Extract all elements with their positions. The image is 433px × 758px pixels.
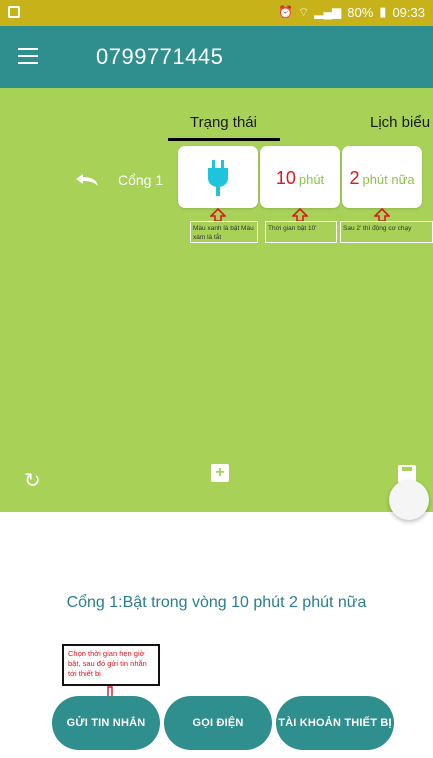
status-bar: ⏰ ⌔ ▂▄▆ 80% ▮ 09:33 <box>0 0 433 26</box>
tab-indicator <box>168 138 280 141</box>
duration-card[interactable]: 10 phút <box>260 146 340 208</box>
remaining-value: 2 <box>349 168 360 188</box>
add-icon[interactable]: + <box>211 464 229 482</box>
call-button[interactable]: GỌI ĐIỆN <box>164 696 272 750</box>
remaining-card[interactable]: 2 phút nữa <box>342 146 422 208</box>
power-state-card[interactable] <box>178 146 258 208</box>
plug-icon <box>208 160 228 196</box>
floating-action-button[interactable] <box>389 480 429 520</box>
refresh-icon[interactable]: ↻ <box>24 468 44 492</box>
image-notification-icon <box>8 6 20 18</box>
wifi-icon: ⌔ <box>298 4 310 19</box>
annotation-arrow-up-icon <box>374 208 390 222</box>
duration-unit: phút <box>298 172 325 187</box>
duration-display: 10 phút <box>260 168 340 189</box>
gate-row: Cổng 1 10 phút 2 phút nữa Màu xanh là bậ… <box>0 146 433 243</box>
gate-label: Cổng 1 <box>118 172 164 188</box>
app-bar: 0799771445 <box>0 26 433 88</box>
status-icons: ⏰ ⌔ ▂▄▆ <box>278 5 341 20</box>
status-summary: Cổng 1:Bật trong vòng 10 phút 2 phút nữa <box>66 594 367 611</box>
annotation-arrow-up-icon <box>292 208 308 222</box>
tab-schedule[interactable]: Lịch biểu <box>370 114 430 131</box>
annotation-note: Màu xanh là bật Màu xám là tắt <box>190 221 258 243</box>
annotation-note: Sau 2' thì động cơ chạy <box>340 221 433 243</box>
undo-icon[interactable] <box>74 172 100 188</box>
status-panel: Trạng thái Lịch biểu Cổng 1 10 phút 2 phút… <box>0 88 433 512</box>
duration-value: 10 <box>275 168 296 188</box>
remaining-unit: phút nữa <box>362 172 415 187</box>
clock: 09:33 <box>392 4 425 20</box>
battery-percent: 80% <box>347 4 374 20</box>
battery-icon: ▮ <box>379 4 387 19</box>
alarm-icon: ⏰ <box>278 4 294 19</box>
menu-icon[interactable] <box>18 48 38 64</box>
tab-bar: Trạng thái Lịch biểu <box>0 88 433 142</box>
page-title: 0799771445 <box>96 44 224 69</box>
annotation-arrow-up-icon <box>210 208 226 222</box>
signal-icon: ▂▄▆ <box>314 4 342 19</box>
annotation-hint: Chọn thời gian hẹn giờ bật, sau đó gửi t… <box>62 644 160 686</box>
send-sms-button[interactable]: GỬI TIN NHẮN <box>52 696 160 750</box>
status-right: ⏰ ⌔ ▂▄▆ 80% ▮ 09:33 <box>278 4 425 20</box>
remaining-display: 2 phút nữa <box>342 168 422 189</box>
annotation-note: Thời gian bật 10' <box>265 221 337 243</box>
tab-status[interactable]: Trạng thái <box>190 114 257 131</box>
device-account-button[interactable]: TÀI KHOẢN THIẾT BỊ <box>276 696 394 750</box>
